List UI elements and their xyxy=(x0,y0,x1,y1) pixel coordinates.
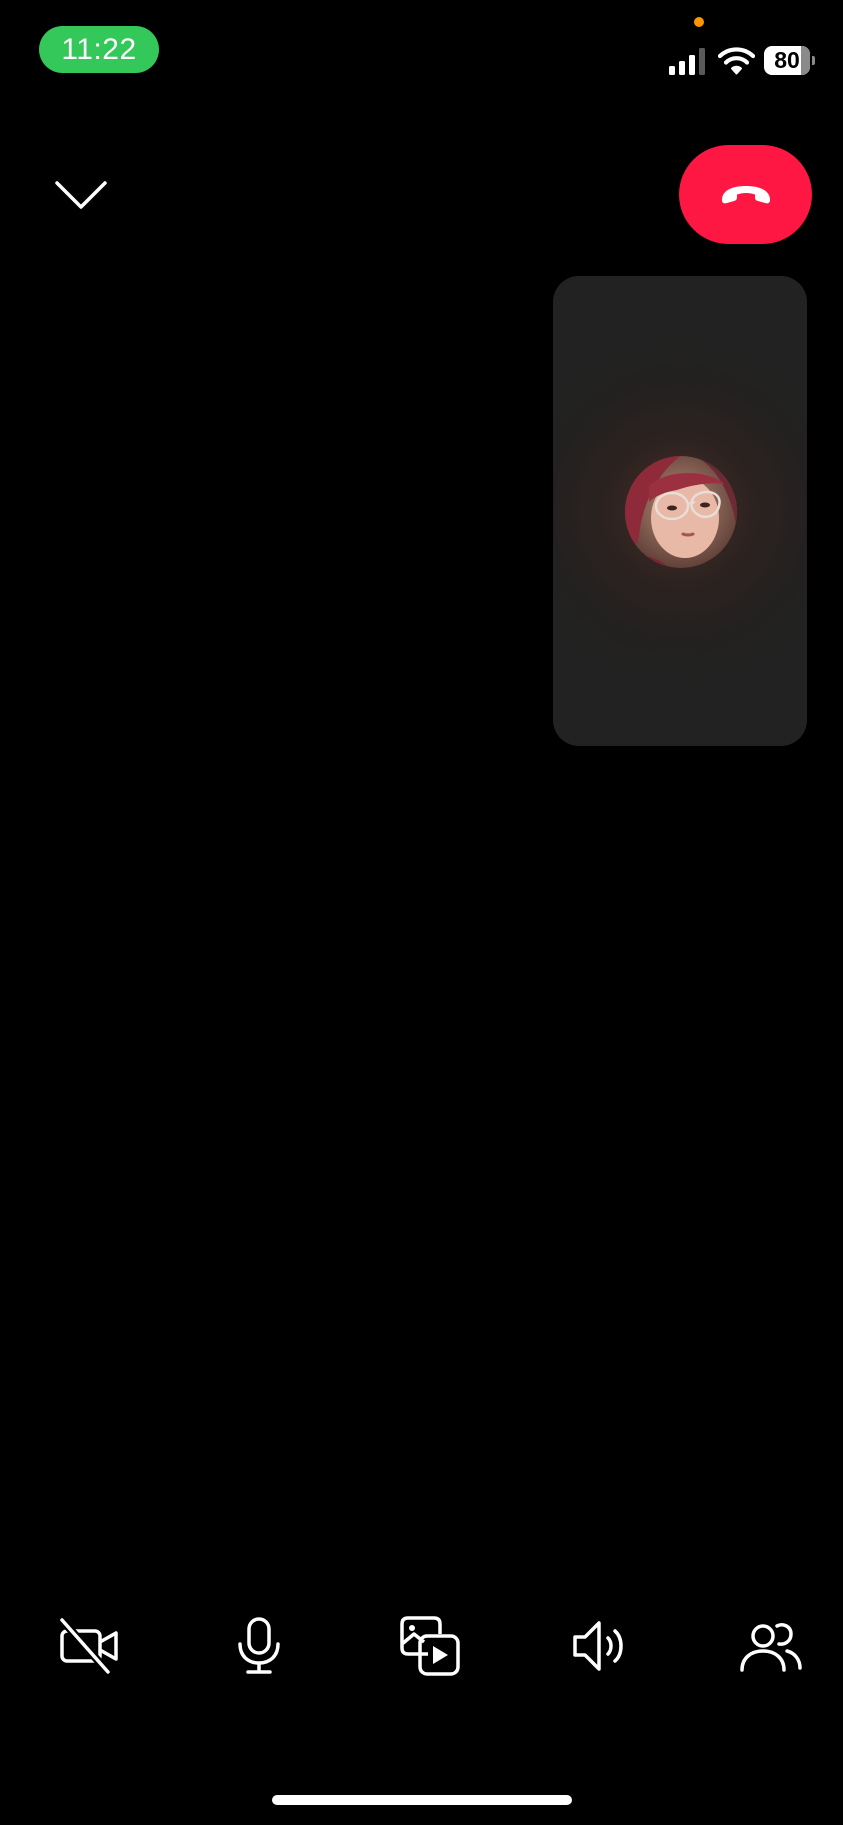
battery-indicator: 80 xyxy=(764,46,816,75)
status-time: 11:22 xyxy=(39,26,159,73)
participants-button[interactable] xyxy=(736,1611,806,1681)
wifi-icon xyxy=(718,47,755,75)
battery-tip xyxy=(812,56,815,65)
minimize-call-button[interactable] xyxy=(48,170,114,220)
user-avatar xyxy=(625,456,737,568)
microphone-icon xyxy=(238,1617,280,1674)
avatar-image xyxy=(625,456,737,568)
speaker-button[interactable] xyxy=(566,1611,636,1681)
camera-off-button[interactable] xyxy=(55,1611,125,1681)
chevron-down-icon xyxy=(55,181,107,209)
privacy-indicator-dot xyxy=(694,17,704,27)
cellular-signal-icon xyxy=(669,48,705,75)
microphone-button[interactable] xyxy=(224,1611,294,1681)
speaker-icon xyxy=(573,1621,623,1671)
media-share-icon xyxy=(400,1616,460,1676)
phone-hangup-icon xyxy=(721,185,770,203)
home-indicator[interactable] xyxy=(272,1795,572,1805)
battery-level-text: 80 xyxy=(774,47,800,73)
video-off-icon xyxy=(59,1617,118,1675)
end-call-button[interactable] xyxy=(679,145,812,244)
share-media-button[interactable] xyxy=(395,1611,465,1681)
people-icon xyxy=(740,1623,802,1672)
